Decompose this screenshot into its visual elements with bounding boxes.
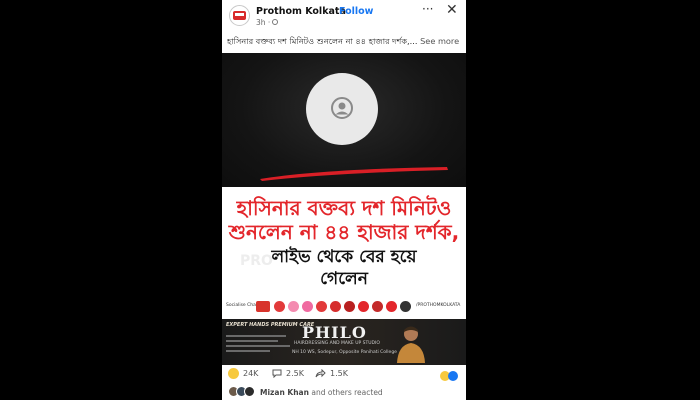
separator: ·: [329, 6, 333, 17]
reacted-text: Mizan Khan and others reacted: [260, 388, 383, 397]
rss-icon: [372, 301, 383, 312]
page-name[interactable]: Prothom Kolkata: [256, 6, 346, 17]
more-options-icon[interactable]: ···: [422, 2, 433, 16]
social-channels-row: Socialise Channel /PROTHOMKOLKATA: [226, 300, 462, 314]
see-more-link[interactable]: See more: [420, 36, 459, 46]
facebook-icon: [256, 301, 270, 312]
reacted-by-row[interactable]: Mizan Khan and others reacted: [222, 384, 466, 400]
headline-line-3: লাইভ থেকে বের হয়ে: [271, 247, 417, 267]
ad-banner[interactable]: EXPERT HANDS PREMIUM CARE PHILO HAIRDRES…: [222, 319, 466, 365]
like-reaction-icon[interactable]: [448, 371, 458, 381]
web-icon: [344, 301, 355, 312]
youtube-icon: [274, 301, 285, 312]
share-icon[interactable]: [315, 369, 326, 378]
share-count[interactable]: 1.5K: [330, 369, 348, 378]
headline-panel: PRO হাসিনার বক্তব্য দশ মিনিটও শুনলেন না …: [222, 187, 466, 319]
comment-count[interactable]: 2.5K: [286, 369, 304, 378]
logo-stripe: [235, 13, 244, 16]
headline-line-2: শুনলেন না ৪৪ হাজার দর্শক,: [228, 220, 460, 244]
ad-tagline: EXPERT HANDS PREMIUM CARE: [226, 322, 315, 328]
post-image[interactable]: PRO হাসিনার বক্তব্য দশ মিনিটও শুনলেন না …: [222, 53, 466, 365]
instagram-icon: [288, 301, 299, 312]
red-brush-stroke: [260, 167, 448, 181]
social-handle: /PROTHOMKOLKATA: [416, 303, 461, 308]
headline-line-4: গেলেন: [320, 269, 368, 289]
caption-text: হাসিনার বক্তব্য দশ মিনিটও শুনলেন না ৪৪ হ…: [227, 36, 418, 46]
laugh-reaction-icon[interactable]: [228, 368, 239, 379]
video-frame: [222, 53, 466, 190]
ad-fine-print: [226, 335, 294, 359]
reactor-name: Mizan Khan: [260, 388, 309, 397]
ad-address: NH 10 WS, Sodepur, Opposite Panihati Col…: [292, 350, 397, 355]
reactor-avatar: [244, 386, 255, 397]
engagement-bar: 24K 2.5K 1.5K: [222, 366, 466, 384]
x-icon: [400, 301, 411, 312]
share-chat-icon: [302, 301, 313, 312]
news-icon: [316, 301, 327, 312]
post-header: Prothom Kolkata · Follow 3h · ··· ✕: [222, 0, 466, 30]
post-caption: হাসিনার বক্তব্য দশ মিনিটও শুনলেন না ৪৪ হ…: [227, 36, 463, 49]
reacted-suffix: and others reacted: [311, 388, 383, 397]
user-icon: [331, 97, 353, 119]
ad-subtitle: HAIRDRESSING AND MAKE UP STUDIO: [294, 341, 380, 346]
post-time[interactable]: 3h ·: [256, 18, 270, 27]
ad-person-photo: [397, 326, 425, 363]
close-icon[interactable]: ✕: [446, 2, 458, 18]
mail-icon: [358, 301, 369, 312]
headline-line-1: হাসিনার বক্তব্য দশ মিনিটও: [236, 196, 452, 220]
facebook-post: Prothom Kolkata · Follow 3h · ··· ✕ হাসি…: [222, 0, 466, 400]
app-icon: [330, 301, 341, 312]
globe-icon: [272, 19, 278, 25]
follow-button[interactable]: Follow: [339, 6, 373, 17]
comment-icon[interactable]: [272, 369, 282, 378]
link-icon: [386, 301, 397, 312]
page-avatar[interactable]: [229, 5, 250, 26]
ad-brand: PHILO: [302, 323, 367, 342]
reaction-count[interactable]: 24K: [243, 369, 258, 378]
